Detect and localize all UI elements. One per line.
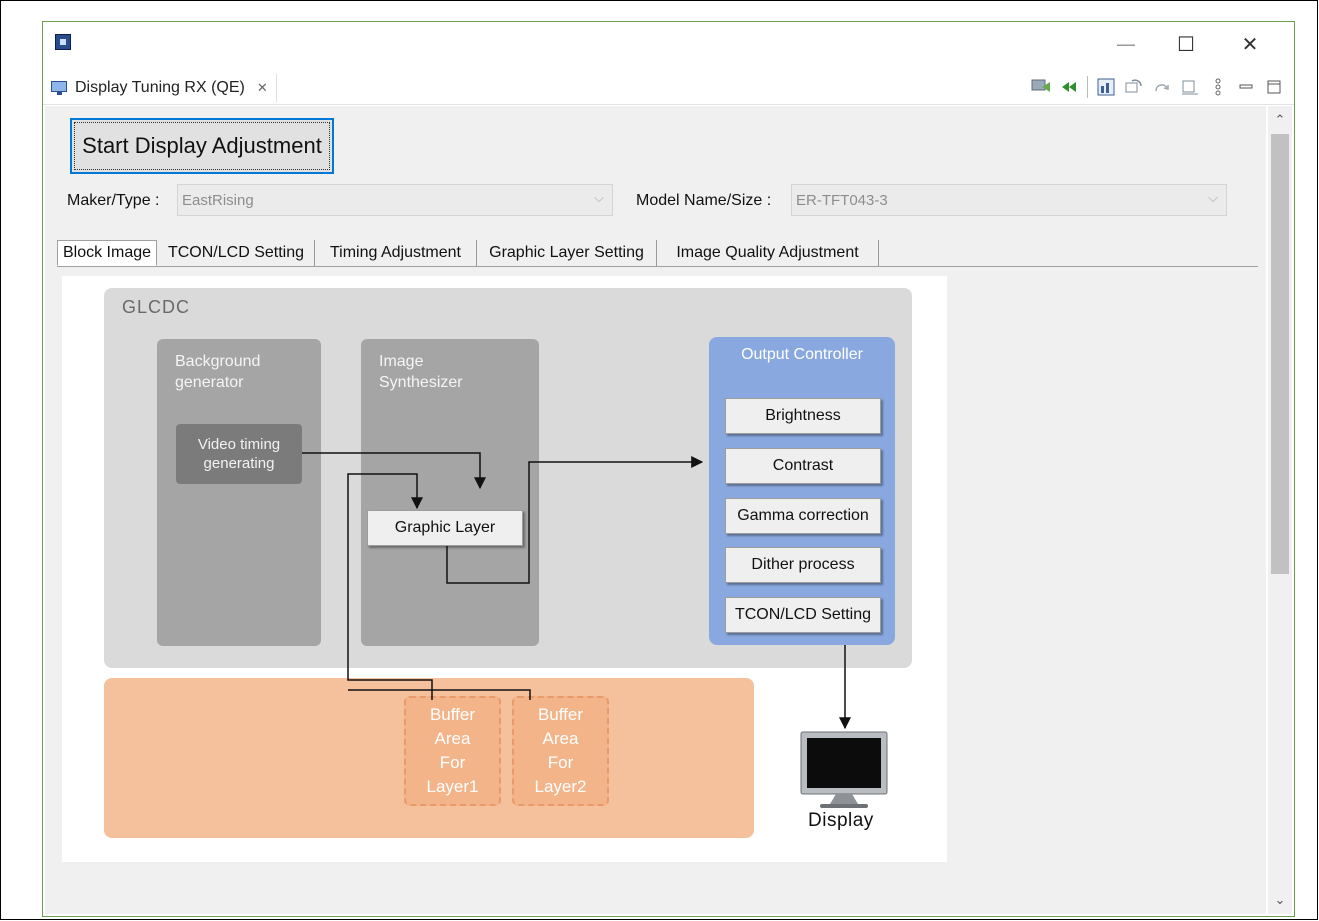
title-bar: — ☐ ✕ [43,22,1294,66]
renesas-app-icon [55,34,71,50]
application-window: — ☐ ✕ Display Tuning RX (QE) ✕ Start Dis… [42,21,1295,917]
redo-icon[interactable] [1152,77,1172,97]
model-name-label: Model Name/Size : [636,192,772,209]
connector-lines [302,452,888,808]
display-label: Display [808,810,874,831]
panel-icon[interactable] [1180,77,1200,97]
model-name-select[interactable]: ER-TFT043-3 ⌵ [791,184,1227,216]
toolbar-separator [1087,76,1088,98]
minimize-icon[interactable]: — [1103,28,1149,60]
display-monitor-icon [800,731,888,808]
maker-type-value: EastRising [182,191,254,209]
start-display-adjustment-button[interactable]: Start Display Adjustment [70,118,334,174]
view-tab-display-tuning[interactable]: Display Tuning RX (QE) ✕ [45,74,277,102]
tab-close-icon[interactable]: ✕ [257,80,268,96]
start-button-label: Start Display Adjustment [82,133,322,158]
close-icon[interactable]: ✕ [1227,28,1273,60]
monitor-icon [51,81,69,95]
chart-icon[interactable] [1096,77,1116,97]
minimize-view-icon[interactable] [1236,77,1256,97]
block-image-diagram: GLCDC Background generator Video timing … [62,276,947,862]
chevron-down-icon: ⌵ [1208,191,1218,206]
tab-timing-adjustment[interactable]: Timing Adjustment [315,240,477,266]
tab-strip: Block Image TCON/LCD Setting Timing Adju… [57,238,1258,267]
view-tab-bar: Display Tuning RX (QE) ✕ [43,68,1294,105]
tab-image-quality-adjustment[interactable]: Image Quality Adjustment [657,240,879,266]
refresh-icon[interactable] [1124,77,1144,97]
tab-graphic-layer-setting[interactable]: Graphic Layer Setting [477,240,657,266]
scroll-up-icon[interactable]: ⌃ [1268,110,1292,130]
chevron-down-icon: ⌵ [594,191,604,206]
view-toolbar [1031,76,1284,98]
scroll-down-icon[interactable]: ⌄ [1268,890,1292,910]
model-name-value: ER-TFT043-3 [796,191,888,209]
maximize-icon[interactable]: ☐ [1163,28,1209,60]
more-icon[interactable] [1208,77,1228,97]
scrollbar-thumb[interactable] [1271,134,1289,574]
maximize-view-icon[interactable] [1264,77,1284,97]
connect-icon[interactable] [1031,77,1051,97]
maker-type-label: Maker/Type : [67,192,160,209]
rewind-icon[interactable] [1059,77,1079,97]
view-content: Start Display Adjustment Maker/Type : Ea… [45,106,1266,914]
tab-tcon-lcd-setting[interactable]: TCON/LCD Setting [158,240,315,266]
view-tab-label: Display Tuning RX (QE) [75,79,245,96]
tab-block-image[interactable]: Block Image [57,240,157,266]
maker-type-select[interactable]: EastRising ⌵ [177,184,613,216]
vertical-scrollbar[interactable]: ⌃ ⌄ [1268,106,1292,914]
